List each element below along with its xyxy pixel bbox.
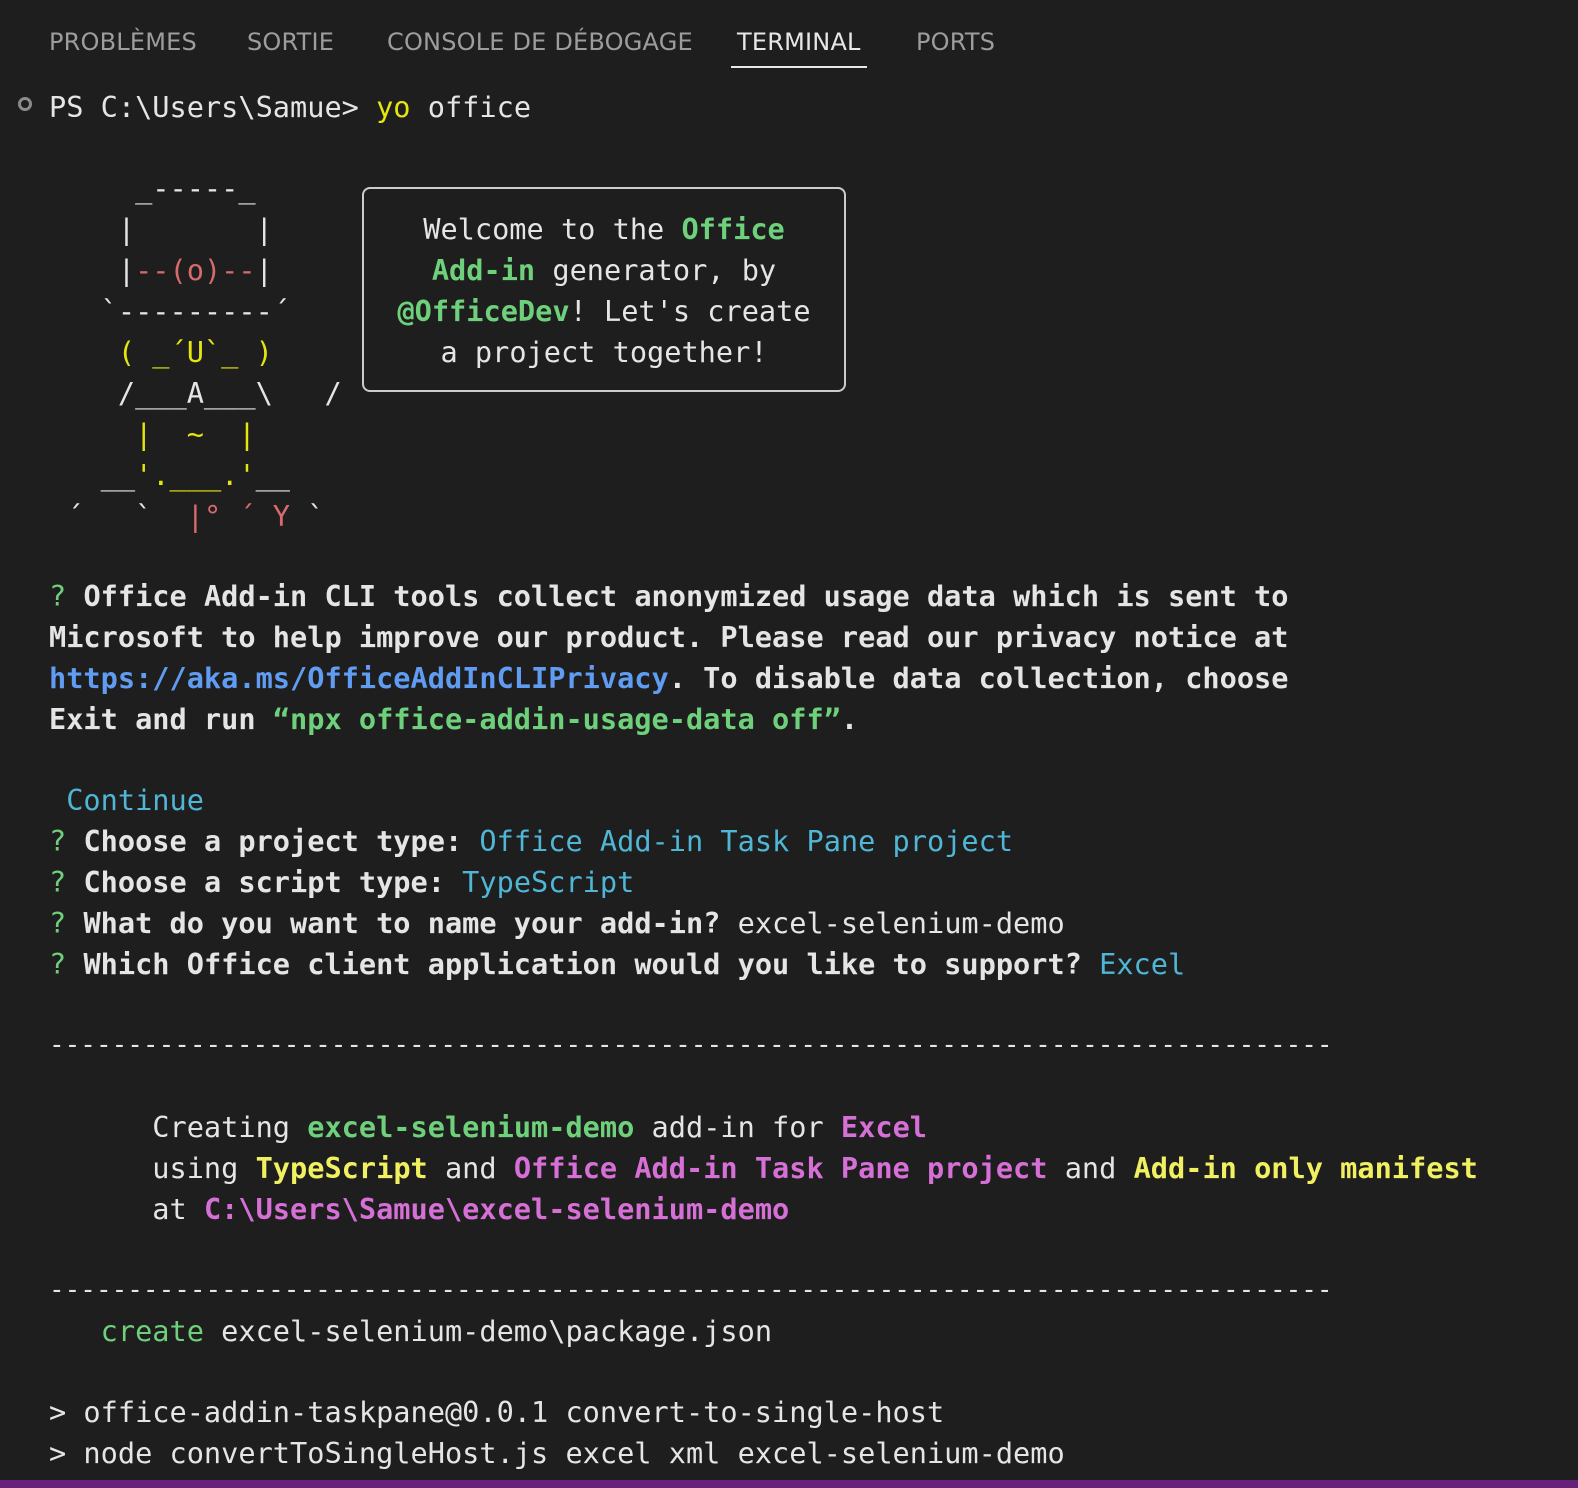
bubble-highlight: Add-in <box>431 253 536 287</box>
creating-text: Creating <box>49 1110 308 1144</box>
question-client-app: ? Which Office client application would … <box>49 944 1185 985</box>
project-name: excel-selenium-demo <box>307 1110 635 1144</box>
created-file-path: excel-selenium-demo\package.json <box>203 1314 773 1348</box>
creating-text: add-in for <box>634 1110 841 1144</box>
ascii-line: |--(o)--| <box>49 250 342 291</box>
creating-text: at <box>49 1192 204 1226</box>
bubble-text: generator, by <box>535 253 777 287</box>
bubble-line: Add-in generator, by <box>364 250 844 291</box>
ascii-line: `---------´ <box>49 294 342 328</box>
notice-line: Microsoft to help improve our product. P… <box>49 620 1289 654</box>
notice-line: ? Office Add-in CLI tools collect anonym… <box>49 576 1288 617</box>
project-type: Office Add-in Task Pane project <box>513 1151 1048 1185</box>
question-addin-name: ? What do you want to name your add-in? … <box>49 903 1065 944</box>
script-type: TypeScript <box>255 1151 428 1185</box>
create-file-line: create excel-selenium-demo\package.json <box>49 1311 772 1352</box>
ascii-segment: | <box>49 253 136 287</box>
create-keyword: create <box>49 1314 204 1348</box>
separator-line: ----------------------------------------… <box>49 1030 1333 1060</box>
manifest-type: Add-in only manifest <box>1133 1151 1478 1185</box>
panel-tab-bar: PROBLÈMES SORTIE CONSOLE DE DÉBOGAGE TER… <box>0 0 1578 84</box>
notice-text: Exit and run <box>49 702 273 736</box>
notice-text: . To disable data collection, choose <box>668 661 1289 695</box>
ascii-segment: ` <box>290 499 342 533</box>
bubble-line: Welcome to the Office <box>364 209 844 250</box>
question-mark: ? <box>49 947 84 981</box>
ascii-segment: ´ ` <box>49 499 187 533</box>
status-bar <box>0 1480 1578 1488</box>
bubble-text: Welcome to the <box>423 212 682 246</box>
answer-text: Office Add-in Task Pane project <box>479 824 1014 858</box>
question-mark: ? <box>49 579 84 613</box>
bubble-text: ! Let's create <box>569 294 811 328</box>
tab-output[interactable]: SORTIE <box>247 22 334 62</box>
answer-text: TypeScript <box>462 865 635 899</box>
command-yo: yo <box>376 90 411 124</box>
question-text: What do you want to name your add-in? <box>83 906 738 940</box>
notice-command: “npx office-addin-usage-data off” <box>272 702 841 736</box>
question-text: Choose a script type: <box>83 865 463 899</box>
notice-line: Exit and run “npx office-addin-usage-dat… <box>49 699 858 740</box>
question-mark: ? <box>49 824 84 858</box>
bubble-line: a project together! <box>440 335 768 369</box>
project-path: C:\Users\Samue\excel-selenium-demo <box>203 1192 790 1226</box>
bubble-line: @OfficeDev! Let's create <box>364 291 844 332</box>
bubble-highlight: Office <box>681 212 785 246</box>
separator-line: ----------------------------------------… <box>49 1275 1333 1305</box>
welcome-speech-bubble: Welcome to the Office Add-in generator, … <box>362 187 846 392</box>
ascii-line: _-----_ <box>49 171 342 205</box>
creating-line: at C:\Users\Samue\excel-selenium-demo <box>49 1189 789 1230</box>
ascii-line: | ~ | <box>49 417 342 451</box>
host-name: Excel <box>840 1110 927 1144</box>
question-mark: ? <box>49 906 84 940</box>
prompt-path: PS C:\Users\Samue> <box>49 90 377 124</box>
notice-text: . <box>840 702 859 736</box>
privacy-link[interactable]: https://aka.ms/OfficeAddInCLIPrivacy <box>49 661 669 695</box>
npm-script-line: > office-addin-taskpane@0.0.1 convert-to… <box>49 1395 945 1429</box>
notice-text: Office Add-in CLI tools collect anonymiz… <box>83 579 1289 613</box>
tab-problems[interactable]: PROBLÈMES <box>49 22 197 62</box>
continue-answer: Continue <box>49 783 204 817</box>
prompt-line: PS C:\Users\Samue> yo office <box>49 87 531 128</box>
ascii-line: | | <box>49 212 342 246</box>
ascii-segment: | <box>255 253 342 287</box>
answer-text: excel-selenium-demo <box>737 906 1065 940</box>
ascii-segment: __ <box>49 458 136 492</box>
ascii-line: __'.___.'__ <box>49 455 342 496</box>
creating-text: and <box>427 1151 514 1185</box>
ascii-line: ( _´U`_ ) <box>49 335 342 369</box>
notice-line: https://aka.ms/OfficeAddInCLIPrivacy. To… <box>49 658 1289 699</box>
npm-script-line: > node convertToSingleHost.js excel xml … <box>49 1436 1065 1470</box>
tab-debug-console[interactable]: CONSOLE DE DÉBOGAGE <box>387 22 693 62</box>
ascii-segment: --(o)-- <box>135 253 256 287</box>
command-status-icon[interactable] <box>18 97 32 111</box>
question-project-type: ? Choose a project type: Office Add-in T… <box>49 821 1013 862</box>
creating-text: using <box>49 1151 256 1185</box>
ascii-line: /___A___\ / <box>49 376 342 410</box>
command-arg: office <box>410 90 532 124</box>
ascii-segment: |° ´ Y <box>186 499 291 533</box>
creating-line: using TypeScript and Office Add-in Task … <box>49 1148 1478 1189</box>
creating-line: Creating excel-selenium-demo add-in for … <box>49 1107 927 1148</box>
question-mark: ? <box>49 865 84 899</box>
answer-text: Excel <box>1099 947 1186 981</box>
ascii-segment: __ <box>255 458 342 492</box>
tab-terminal[interactable]: TERMINAL <box>731 22 867 68</box>
question-text: Which Office client application would yo… <box>83 947 1100 981</box>
tab-ports[interactable]: PORTS <box>916 22 995 62</box>
bubble-highlight: @OfficeDev <box>397 294 570 328</box>
ascii-line: ´ ` |° ´ Y ` <box>49 496 342 537</box>
question-text: Choose a project type: <box>83 824 480 858</box>
creating-text: and <box>1047 1151 1134 1185</box>
question-script-type: ? Choose a script type: TypeScript <box>49 862 634 903</box>
ascii-segment: '.___.' <box>135 458 256 492</box>
